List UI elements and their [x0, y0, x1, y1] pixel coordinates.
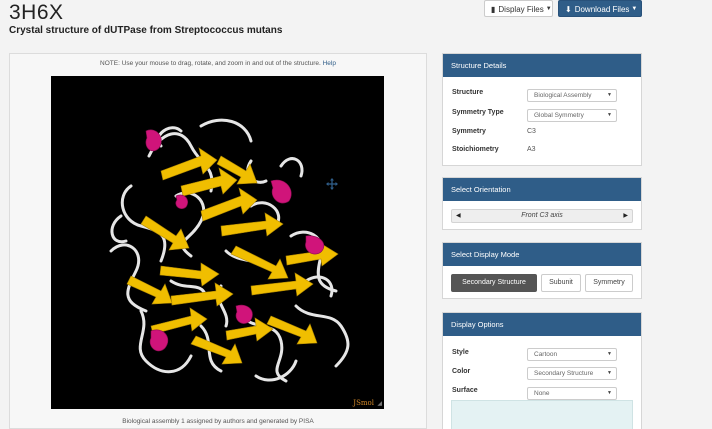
surface-label: Surface	[452, 387, 478, 394]
display-files-button[interactable]: ▮ Display Files ▼	[484, 0, 553, 17]
download-icon: ⬇	[565, 5, 572, 14]
page-title: 3H6X	[9, 1, 64, 24]
orientation-current: Front C3 axis	[521, 212, 563, 219]
orientation-panel: Select Orientation ◀ Front C3 axis ▶	[442, 177, 642, 230]
caret-down-icon: ▼	[607, 92, 612, 98]
caret-down-icon: ▼	[607, 112, 612, 118]
display-mode-panel: Select Display Mode Secondary Structure …	[442, 242, 642, 299]
assembly-caption: Biological assembly 1 assigned by author…	[122, 418, 314, 425]
page-subtitle: Crystal structure of dUTPase from Strept…	[9, 25, 283, 36]
resize-handle-icon[interactable]: ◢	[377, 400, 382, 407]
structure-label: Structure	[452, 89, 484, 96]
symmetry-type-select-value: Global Symmetry	[534, 112, 584, 119]
next-orientation-icon[interactable]: ▶	[623, 210, 628, 222]
move-cursor-icon	[326, 178, 338, 190]
structure-details-heading: Structure Details	[443, 54, 641, 77]
structure-select[interactable]: Biological Assembly ▼	[527, 89, 617, 102]
help-link[interactable]: Help	[323, 60, 336, 67]
mode-subunit-button[interactable]: Subunit	[541, 274, 581, 292]
molecule-canvas[interactable]: JSmol ◢	[51, 76, 384, 409]
color-label: Color	[452, 368, 471, 375]
surface-select[interactable]: None ▼	[527, 387, 617, 400]
symmetry-value: C3	[527, 128, 536, 135]
structure-viewer-panel: NOTE: Use your mouse to drag, rotate, an…	[9, 53, 427, 429]
orientation-heading: Select Orientation	[443, 178, 641, 201]
previous-orientation-icon[interactable]: ◀	[456, 210, 461, 222]
orientation-selector[interactable]: ◀ Front C3 axis ▶	[451, 209, 633, 223]
caret-down-icon: ▼	[631, 6, 638, 13]
display-options-panel: Display Options Style Cartoon ▼ Color Se…	[442, 312, 642, 429]
surface-options-box	[451, 400, 633, 429]
style-select-value: Cartoon	[534, 351, 558, 358]
symmetry-type-select[interactable]: Global Symmetry ▼	[527, 109, 617, 122]
display-options-heading: Display Options	[443, 313, 641, 336]
color-select[interactable]: Secondary Structure ▼	[527, 367, 617, 380]
symmetry-label: Symmetry	[452, 128, 486, 135]
caret-down-icon: ▼	[545, 6, 552, 13]
structure-select-value: Biological Assembly	[534, 92, 592, 99]
viewer-note: NOTE: Use your mouse to drag, rotate, an…	[10, 60, 426, 67]
style-select[interactable]: Cartoon ▼	[527, 348, 617, 361]
color-select-value: Secondary Structure	[534, 370, 594, 377]
download-files-label: Download Files	[574, 5, 630, 14]
symmetry-type-label: Symmetry Type	[452, 109, 504, 116]
display-files-label: Display Files	[498, 5, 544, 14]
caret-down-icon: ▼	[607, 370, 612, 376]
mode-secondary-structure-button[interactable]: Secondary Structure	[451, 274, 537, 292]
style-label: Style	[452, 349, 469, 356]
download-files-button[interactable]: ⬇ Download Files ▼	[558, 0, 642, 17]
caret-down-icon: ▼	[607, 390, 612, 396]
stoichiometry-label: Stoichiometry	[452, 146, 499, 153]
viewer-note-text: NOTE: Use your mouse to drag, rotate, an…	[100, 60, 321, 67]
protein-cartoon	[109, 118, 350, 383]
display-mode-heading: Select Display Mode	[443, 243, 641, 266]
jsmol-logo: JSmol	[353, 399, 374, 407]
stoichiometry-value: A3	[527, 146, 536, 153]
caret-down-icon: ▼	[607, 351, 612, 357]
mode-symmetry-button[interactable]: Symmetry	[585, 274, 633, 292]
surface-select-value: None	[534, 390, 550, 397]
file-icon: ▮	[491, 5, 496, 14]
structure-details-panel: Structure Details Structure Biological A…	[442, 53, 642, 166]
